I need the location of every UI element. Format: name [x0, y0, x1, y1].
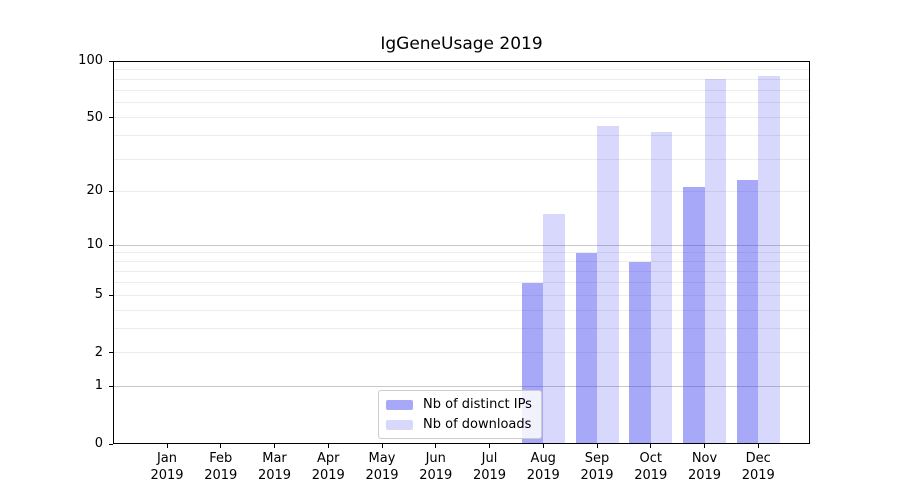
y-tick-mark — [109, 386, 113, 387]
bar — [737, 180, 759, 444]
x-tick-year: 2019 — [245, 467, 305, 484]
y-tick-mark — [109, 352, 113, 353]
legend-swatch-downloads — [386, 420, 413, 430]
x-tick-label: Jul2019 — [460, 450, 520, 484]
legend-label-distinct-ips: Nb of distinct IPs — [423, 397, 532, 412]
x-tick-label: Mar2019 — [245, 450, 305, 484]
x-tick-label: May2019 — [352, 450, 412, 484]
y-tick-label: 10 — [0, 237, 103, 253]
x-tick-label: Sep2019 — [567, 450, 627, 484]
y-tick-mark — [109, 295, 113, 296]
x-tick-mark — [328, 444, 329, 448]
bar — [683, 187, 705, 444]
bar — [758, 76, 780, 444]
x-tick-month: Oct — [621, 450, 681, 467]
x-tick-month: Jan — [137, 450, 197, 467]
x-tick-mark — [220, 444, 221, 448]
x-tick-month: Dec — [728, 450, 788, 467]
y-tick-mark — [109, 191, 113, 192]
minor-gridline — [113, 69, 810, 70]
x-tick-mark — [543, 444, 544, 448]
y-tick-mark — [109, 61, 113, 62]
x-tick-label: Feb2019 — [191, 450, 251, 484]
bar — [651, 132, 673, 444]
legend-swatch-distinct-ips — [386, 400, 413, 410]
x-tick-mark — [704, 444, 705, 448]
y-tick-label: 100 — [0, 53, 103, 69]
x-tick-label: Dec2019 — [728, 450, 788, 484]
x-tick-year: 2019 — [621, 467, 681, 484]
x-tick-label: Oct2019 — [621, 450, 681, 484]
figure: IgGeneUsage 2019 0125102050100Jan2019Feb… — [0, 0, 900, 500]
x-tick-month: Mar — [245, 450, 305, 467]
x-tick-month: Apr — [298, 450, 358, 467]
x-tick-label: Apr2019 — [298, 450, 358, 484]
x-tick-month: May — [352, 450, 412, 467]
x-tick-month: Feb — [191, 450, 251, 467]
x-tick-label: Jan2019 — [137, 450, 197, 484]
x-tick-year: 2019 — [406, 467, 466, 484]
chart-title: IgGeneUsage 2019 — [113, 33, 810, 55]
x-tick-mark — [489, 444, 490, 448]
x-tick-year: 2019 — [191, 467, 251, 484]
x-tick-year: 2019 — [513, 467, 573, 484]
x-tick-month: Jul — [460, 450, 520, 467]
bar — [629, 262, 651, 444]
x-tick-mark — [274, 444, 275, 448]
x-tick-mark — [435, 444, 436, 448]
legend-row: Nb of downloads — [386, 416, 532, 433]
plot-area — [113, 61, 810, 444]
x-tick-mark — [758, 444, 759, 448]
x-tick-month: Jun — [406, 450, 466, 467]
x-tick-label: Aug2019 — [513, 450, 573, 484]
y-tick-label: 0 — [0, 436, 103, 452]
x-tick-mark — [650, 444, 651, 448]
bar — [543, 214, 565, 444]
y-tick-label: 2 — [0, 345, 103, 361]
x-tick-month: Sep — [567, 450, 627, 467]
legend-row: Nb of distinct IPs — [386, 396, 532, 413]
y-tick-mark — [109, 117, 113, 118]
x-tick-year: 2019 — [137, 467, 197, 484]
y-tick-label: 20 — [0, 183, 103, 199]
x-tick-mark — [382, 444, 383, 448]
x-tick-year: 2019 — [567, 467, 627, 484]
x-tick-month: Aug — [513, 450, 573, 467]
x-tick-year: 2019 — [675, 467, 735, 484]
x-tick-label: Jun2019 — [406, 450, 466, 484]
legend-label-downloads: Nb of downloads — [423, 417, 531, 432]
x-tick-mark — [167, 444, 168, 448]
y-tick-mark — [109, 444, 113, 445]
legend: Nb of distinct IPs Nb of downloads — [378, 390, 542, 439]
x-tick-mark — [597, 444, 598, 448]
major-gridline — [113, 61, 810, 62]
y-tick-mark — [109, 245, 113, 246]
bar — [597, 126, 619, 444]
x-tick-year: 2019 — [728, 467, 788, 484]
bar — [576, 253, 598, 444]
x-tick-year: 2019 — [352, 467, 412, 484]
x-tick-year: 2019 — [460, 467, 520, 484]
x-tick-month: Nov — [675, 450, 735, 467]
y-tick-label: 1 — [0, 378, 103, 394]
x-tick-year: 2019 — [298, 467, 358, 484]
x-tick-label: Nov2019 — [675, 450, 735, 484]
bar — [705, 79, 727, 444]
y-tick-label: 5 — [0, 287, 103, 303]
y-tick-label: 50 — [0, 110, 103, 126]
